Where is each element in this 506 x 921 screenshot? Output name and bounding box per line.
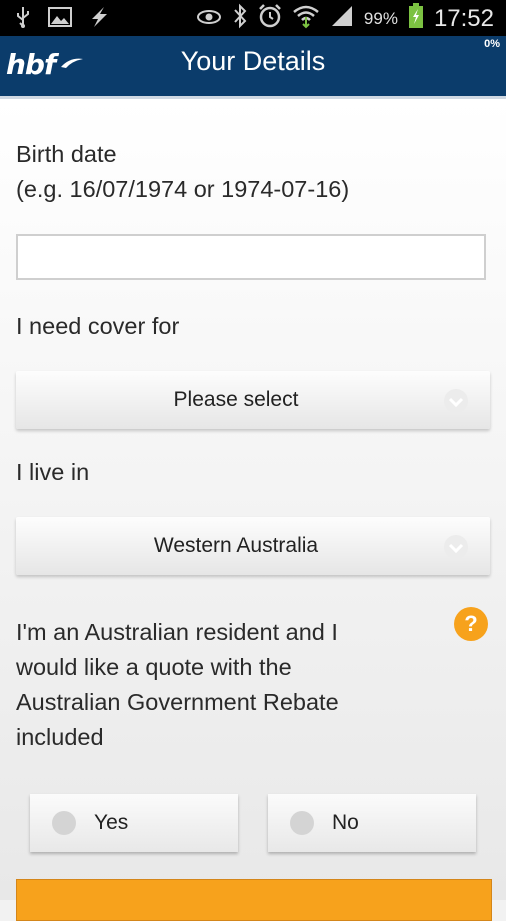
progress-indicator: 0% bbox=[484, 38, 500, 50]
usb-icon bbox=[14, 6, 32, 33]
birth-date-example: (e.g. 16/07/1974 or 1974-07-16) bbox=[16, 176, 350, 202]
state-label: I live in bbox=[16, 459, 90, 485]
radio-circle-icon bbox=[52, 811, 76, 835]
cover-label: I need cover for bbox=[16, 313, 180, 339]
rebate-label-line1: I'm an Australian resident and I bbox=[16, 619, 338, 645]
rebate-label-line4: included bbox=[16, 724, 104, 750]
status-bar: 99% 17:52 bbox=[0, 0, 506, 36]
rebate-label: I'm an Australian resident and I would l… bbox=[16, 615, 339, 755]
battery-icon bbox=[408, 3, 424, 34]
state-select-value: Western Australia bbox=[153, 534, 319, 557]
cover-select-value: Please select bbox=[173, 388, 299, 411]
no-label: No bbox=[332, 811, 359, 834]
cover-select[interactable]: Please select bbox=[16, 371, 490, 429]
birth-date-label: Birth date (e.g. 16/07/1974 or 1974-07-1… bbox=[16, 137, 349, 207]
rebate-label-line2: would like a quote with the bbox=[16, 654, 292, 680]
action-bar: hbf Your Details 0% bbox=[0, 36, 506, 99]
yes-radio-button[interactable]: Yes bbox=[30, 794, 238, 852]
continue-button[interactable] bbox=[16, 879, 492, 921]
birth-date-input[interactable] bbox=[16, 234, 486, 280]
wifi-icon bbox=[292, 3, 320, 34]
no-radio-button[interactable]: No bbox=[268, 794, 476, 852]
image-icon bbox=[48, 6, 72, 33]
chevron-down-icon bbox=[444, 535, 468, 559]
radio-circle-icon bbox=[290, 811, 314, 835]
help-icon[interactable]: ? bbox=[454, 607, 488, 641]
signal-icon bbox=[330, 4, 354, 33]
birth-date-label-line1: Birth date bbox=[16, 141, 117, 167]
state-select[interactable]: Western Australia bbox=[16, 517, 490, 575]
yes-label: Yes bbox=[94, 811, 129, 834]
chevron-down-icon bbox=[444, 389, 468, 413]
bluetooth-icon bbox=[232, 3, 248, 34]
clock: 17:52 bbox=[433, 4, 494, 32]
page-title: Your Details bbox=[180, 46, 326, 76]
rebate-label-line3: Australian Government Rebate bbox=[16, 689, 339, 715]
form-content: Birth date (e.g. 16/07/1974 or 1974-07-1… bbox=[0, 99, 506, 921]
lightning-icon bbox=[88, 6, 110, 33]
battery-percent: 99% bbox=[363, 8, 398, 28]
alarm-icon bbox=[258, 3, 282, 34]
eye-icon bbox=[196, 6, 222, 31]
